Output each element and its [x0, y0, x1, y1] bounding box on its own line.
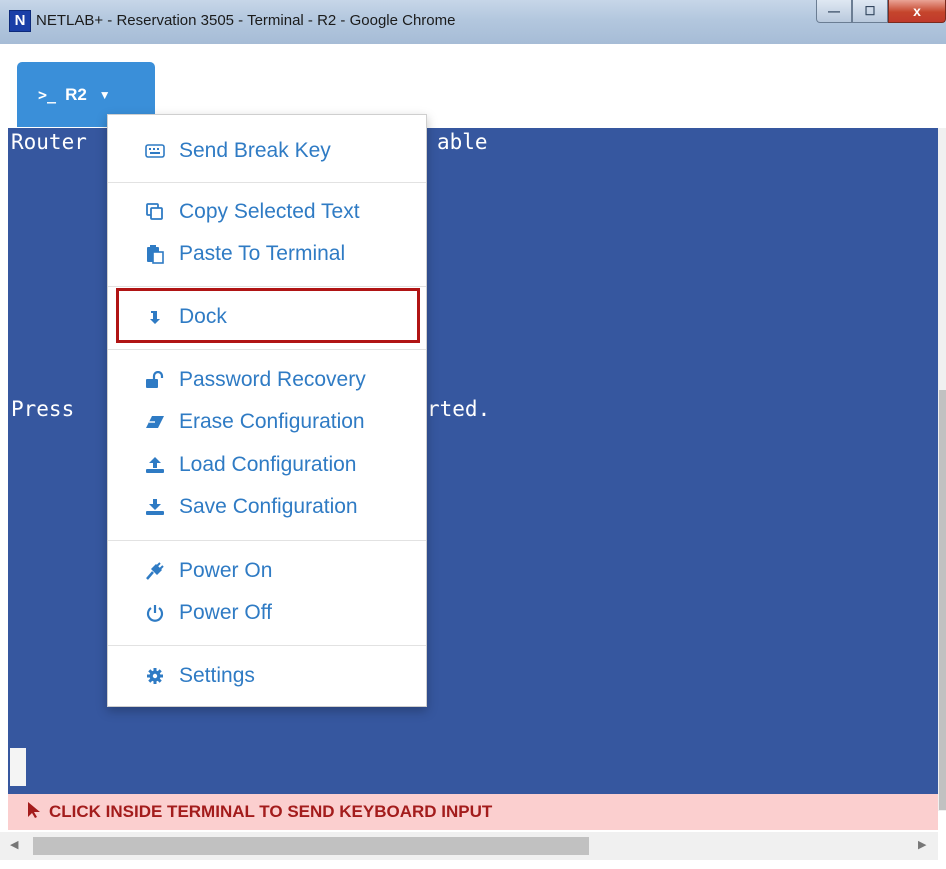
menu-item-send-break-key[interactable]: Send Break Key	[108, 132, 426, 170]
menu-item-label: Send Break Key	[179, 139, 331, 162]
close-button[interactable]: x	[888, 0, 946, 23]
terminal-prompt-icon: >_	[38, 85, 57, 104]
menu-item-label: Erase Configuration	[179, 410, 365, 433]
scroll-left-icon[interactable]: ◀	[10, 838, 18, 851]
menu-divider	[108, 286, 426, 287]
close-icon: x	[913, 3, 921, 19]
keyboard-input-hint-text: CLICK INSIDE TERMINAL TO SEND KEYBOARD I…	[49, 802, 493, 821]
menu-item-label: Load Configuration	[179, 453, 357, 476]
horizontal-scrollbar[interactable]: ◀ ▶	[0, 832, 938, 860]
menu-item-label: Settings	[179, 664, 255, 687]
unlock-icon	[144, 371, 166, 389]
terminal-line-1-end: able	[437, 130, 488, 154]
keyboard-input-hint[interactable]: CLICK INSIDE TERMINAL TO SEND KEYBOARD I…	[8, 794, 938, 830]
copy-icon	[144, 203, 166, 221]
menu-divider	[108, 540, 426, 541]
terminal-line-2-end: rted.	[427, 397, 491, 421]
caret-down-icon: ▼	[98, 87, 111, 102]
device-label: R2	[65, 84, 87, 104]
menu-divider	[108, 645, 426, 646]
scroll-right-icon[interactable]: ▶	[918, 838, 926, 851]
minimize-button[interactable]: —	[816, 0, 852, 23]
menu-item-load-configuration[interactable]: Load Configuration	[108, 446, 426, 484]
menu-item-power-off[interactable]: Power Off	[108, 594, 426, 632]
menu-divider	[108, 349, 426, 350]
terminal-line-1-start: Router	[11, 130, 87, 154]
upload-icon	[144, 456, 166, 474]
window-controls: — ☐ x	[816, 0, 946, 26]
menu-item-label: Paste To Terminal	[179, 242, 346, 265]
maximize-icon: ☐	[864, 4, 876, 18]
download-icon	[144, 498, 166, 516]
window-title-bar: N NETLAB+ - Reservation 3505 - Terminal …	[0, 0, 946, 44]
menu-item-label: Power Off	[179, 601, 272, 624]
gear-icon	[144, 667, 166, 685]
plug-icon	[144, 561, 166, 581]
eraser-icon	[144, 415, 166, 429]
menu-item-erase-configuration[interactable]: Erase Configuration	[108, 403, 426, 441]
mouse-pointer-icon	[27, 801, 41, 824]
menu-item-label: Copy Selected Text	[179, 200, 360, 223]
menu-divider	[108, 182, 426, 183]
terminal-line-2-start: Press	[11, 397, 75, 421]
menu-item-copy-selected-text[interactable]: Copy Selected Text	[108, 193, 426, 231]
window-title: NETLAB+ - Reservation 3505 - Terminal - …	[36, 12, 456, 29]
vertical-scrollbar-thumb[interactable]	[939, 390, 946, 810]
menu-item-label: Power On	[179, 559, 273, 582]
horizontal-scrollbar-thumb[interactable]	[33, 837, 589, 855]
menu-item-label: Password Recovery	[179, 368, 366, 391]
menu-item-save-configuration[interactable]: Save Configuration	[108, 488, 426, 526]
maximize-button[interactable]: ☐	[852, 0, 888, 23]
terminal-cursor	[10, 748, 26, 786]
vertical-scrollbar[interactable]	[938, 128, 946, 811]
menu-item-power-on[interactable]: Power On	[108, 552, 426, 590]
paste-icon	[144, 244, 166, 264]
dock-highlight-box	[116, 288, 420, 343]
menu-item-label: Save Configuration	[179, 495, 358, 518]
menu-item-settings[interactable]: Settings	[108, 657, 426, 695]
keyboard-icon	[144, 144, 166, 158]
menu-item-paste-to-terminal[interactable]: Paste To Terminal	[108, 235, 426, 273]
device-dropdown-menu: Send Break Key Copy Selected Text Paste …	[107, 114, 427, 707]
menu-item-password-recovery[interactable]: Password Recovery	[108, 361, 426, 399]
power-icon	[144, 604, 166, 622]
minimize-icon: —	[828, 4, 840, 18]
netlab-app-icon: N	[9, 10, 31, 32]
